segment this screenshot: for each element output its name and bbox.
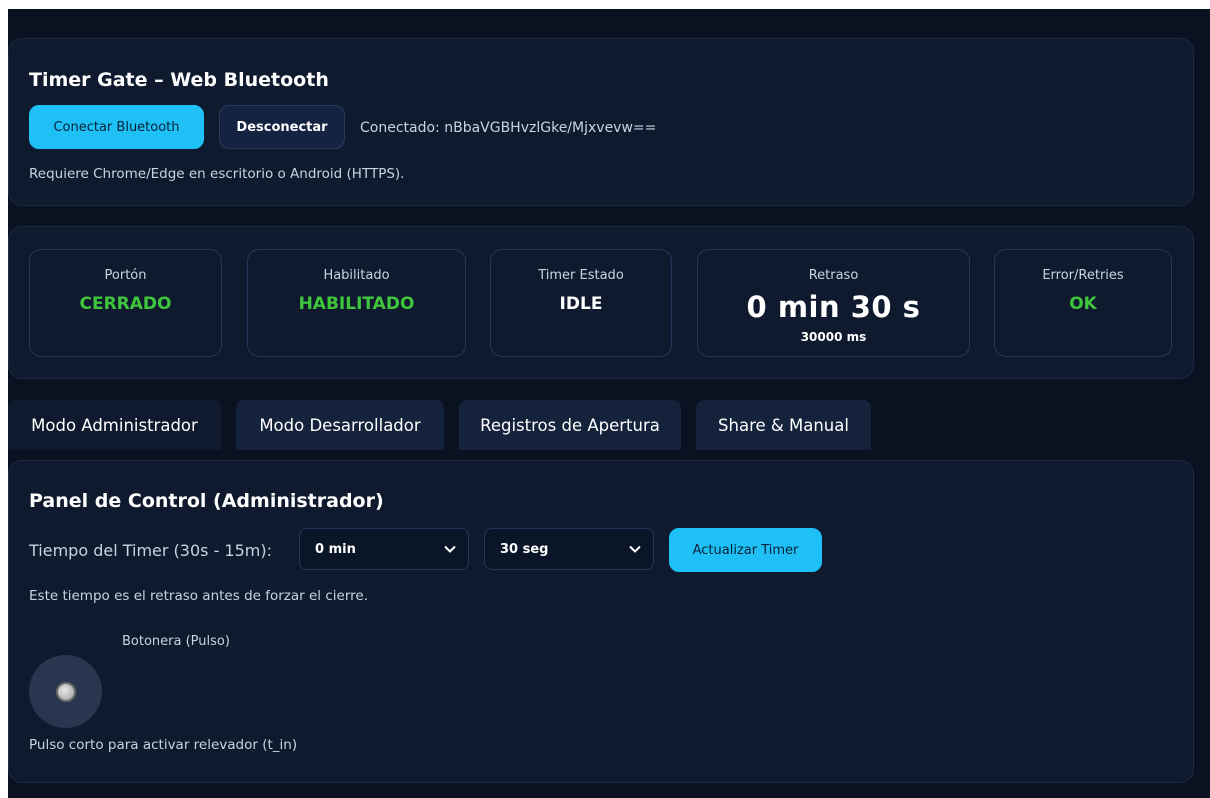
stat-value: CERRADO xyxy=(79,294,172,314)
stat-label: Timer Estado xyxy=(538,268,624,283)
status-card: Portón CERRADO Habilitado HABILITADO Tim… xyxy=(8,226,1194,379)
minutes-select[interactable]: 0 min xyxy=(299,528,469,570)
disconnect-button[interactable]: Desconectar xyxy=(219,105,345,149)
app-root: Timer Gate – Web Bluetooth Conectar Blue… xyxy=(8,9,1210,798)
app-title: Timer Gate – Web Bluetooth xyxy=(29,69,329,91)
stat-subvalue: 30000 ms xyxy=(800,330,867,344)
stat-label: Error/Retries xyxy=(1042,268,1124,283)
panel-title: Panel de Control (Administrador) xyxy=(29,490,384,512)
tab-modo-desarrollador[interactable]: Modo Desarrollador xyxy=(236,400,444,450)
minutes-select-value: 0 min xyxy=(315,541,356,557)
stat-value: IDLE xyxy=(559,294,603,314)
tab-registros-apertura[interactable]: Registros de Apertura xyxy=(459,400,681,450)
stat-label: Portón xyxy=(104,268,147,283)
timer-note: Este tiempo es el retraso antes de forza… xyxy=(29,588,368,604)
stat-label: Retraso xyxy=(808,268,859,283)
seconds-select-value: 30 seg xyxy=(500,541,549,557)
stat-value: HABILITADO xyxy=(298,294,415,314)
stat-retraso: Retraso 0 min 30 s 30000 ms xyxy=(697,249,970,357)
pulse-button[interactable] xyxy=(29,655,102,728)
connection-status: Conectado: nBbaVGBHvzlGke/Mjxvevw== xyxy=(360,120,657,136)
timer-label: Tiempo del Timer (30s - 15m): xyxy=(29,541,272,560)
stat-label: Habilitado xyxy=(323,268,390,283)
stat-timer-estado: Timer Estado IDLE xyxy=(490,249,672,357)
chevron-down-icon xyxy=(444,545,456,553)
requirement-note: Requiere Chrome/Edge en escritorio o And… xyxy=(29,166,405,182)
pulse-button-icon xyxy=(55,681,76,702)
stat-value: OK xyxy=(1069,294,1097,314)
connect-bluetooth-button[interactable]: Conectar Bluetooth xyxy=(29,105,204,149)
connection-card: Timer Gate – Web Bluetooth Conectar Blue… xyxy=(8,38,1194,206)
pulse-label: Botonera (Pulso) xyxy=(122,634,230,649)
tab-modo-administrador[interactable]: Modo Administrador xyxy=(8,400,221,450)
chevron-down-icon xyxy=(629,545,641,553)
stat-porton: Portón CERRADO xyxy=(29,249,222,357)
stat-habilitado: Habilitado HABILITADO xyxy=(247,249,466,357)
control-panel: Panel de Control (Administrador) Tiempo … xyxy=(8,460,1194,783)
stat-value: 0 min 30 s xyxy=(746,290,921,324)
stat-error-retries: Error/Retries OK xyxy=(994,249,1172,357)
update-timer-button[interactable]: Actualizar Timer xyxy=(669,528,822,572)
tab-share-manual[interactable]: Share & Manual xyxy=(696,400,871,450)
pulse-note: Pulso corto para activar relevador (t_in… xyxy=(29,737,298,753)
seconds-select[interactable]: 30 seg xyxy=(484,528,654,570)
